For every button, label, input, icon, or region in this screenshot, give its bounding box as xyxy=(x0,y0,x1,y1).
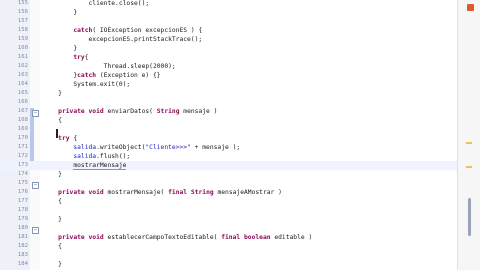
overview-ruler[interactable] xyxy=(457,0,480,270)
code-line[interactable]: 179 } xyxy=(0,215,480,224)
code-line[interactable]: 164 System.exit(0); xyxy=(0,80,480,89)
code-text[interactable]: catch( IOException excepcionES ) { xyxy=(43,26,202,35)
fold-toggle-icon[interactable]: − xyxy=(32,227,39,234)
line-number: 175 xyxy=(17,180,28,186)
code-line[interactable]: 169 xyxy=(0,125,480,134)
code-line[interactable]: 184 } xyxy=(0,260,480,269)
code-line[interactable]: 157 xyxy=(0,17,480,26)
line-number: 157 xyxy=(17,18,28,24)
line-number: 171 xyxy=(17,144,28,150)
line-number: 161 xyxy=(17,54,28,60)
code-text[interactable]: } xyxy=(43,170,62,179)
code-text[interactable]: salida.flush(); xyxy=(43,152,130,161)
line-number: 173 xyxy=(17,162,28,168)
line-number: 178 xyxy=(17,207,28,213)
code-line[interactable]: 174 } xyxy=(0,170,480,179)
line-number: 184 xyxy=(17,261,28,267)
warning-marker[interactable] xyxy=(466,166,472,168)
code-line[interactable]: 178 xyxy=(0,206,480,215)
code-text[interactable]: private void establecerCampoTextoEditabl… xyxy=(43,233,312,242)
warning-marker[interactable] xyxy=(466,142,472,144)
vertical-scrollbar-thumb[interactable] xyxy=(468,198,471,236)
line-number: 156 xyxy=(17,9,28,15)
line-number: 169 xyxy=(17,126,28,132)
code-line[interactable]: 176 private void mostrarMensaje( final S… xyxy=(0,188,480,197)
code-line[interactable]: 167 private void enviarDatos( String men… xyxy=(0,107,480,116)
line-number: 167 xyxy=(17,108,28,114)
code-text[interactable]: } xyxy=(43,260,62,269)
line-number: 177 xyxy=(17,198,28,204)
line-number: 155 xyxy=(17,0,28,6)
line-number: 176 xyxy=(17,189,28,195)
fold-toggle-icon[interactable]: − xyxy=(32,110,39,117)
line-number: 160 xyxy=(17,45,28,51)
code-line[interactable]: 166 xyxy=(0,98,480,107)
line-number: 162 xyxy=(17,63,28,69)
line-number: 179 xyxy=(17,216,28,222)
line-number: 158 xyxy=(17,27,28,33)
code-line[interactable]: 177 { xyxy=(0,197,480,206)
code-line[interactable]: 161 try{ xyxy=(0,53,480,62)
code-text[interactable]: try { xyxy=(43,134,77,143)
code-text[interactable]: private void mostrarMensaje( final Strin… xyxy=(43,188,282,197)
line-number: 174 xyxy=(17,171,28,177)
code-text[interactable]: System.exit(0); xyxy=(43,80,130,89)
code-line[interactable]: 165 } xyxy=(0,89,480,98)
code-line[interactable]: 182 { xyxy=(0,242,480,251)
code-text[interactable]: excepcionES.printStackTrace(); xyxy=(43,35,202,44)
code-text[interactable]: salida.writeObject("Cliente>>>" + mensaj… xyxy=(43,143,240,152)
line-number: 183 xyxy=(17,252,28,258)
code-line[interactable]: 180 xyxy=(0,224,480,233)
line-number: 163 xyxy=(17,72,28,78)
line-number: 172 xyxy=(17,153,28,159)
code-line[interactable]: 162 Thread.sleep(2000); xyxy=(0,62,480,71)
code-text[interactable]: private void enviarDatos( String mensaje… xyxy=(43,107,217,116)
code-line[interactable]: 158 catch( IOException excepcionES ) { xyxy=(0,26,480,35)
code-text[interactable]: { xyxy=(43,116,62,125)
text-cursor-icon xyxy=(56,129,58,138)
line-number: 180 xyxy=(17,225,28,231)
fold-toggle-icon[interactable]: − xyxy=(32,182,39,189)
code-line[interactable]: 171 salida.writeObject("Cliente>>>" + me… xyxy=(0,143,480,152)
line-number: 168 xyxy=(17,117,28,123)
code-text[interactable]: { xyxy=(43,197,62,206)
code-line[interactable]: 163 }catch (Exception e) {} xyxy=(0,71,480,80)
code-line[interactable]: 156 } xyxy=(0,8,480,17)
code-text[interactable]: try{ xyxy=(43,53,88,62)
code-text[interactable]: } xyxy=(43,89,62,98)
code-line[interactable]: 170 try { xyxy=(0,134,480,143)
code-text[interactable]: cliente.close(); xyxy=(43,0,149,8)
code-text[interactable]: } xyxy=(43,44,77,53)
error-summary-icon[interactable] xyxy=(467,4,474,11)
code-text[interactable]: } xyxy=(43,8,77,17)
code-line[interactable]: 175 xyxy=(0,179,480,188)
code-text[interactable]: mostrarMensaje xyxy=(43,161,127,170)
code-line[interactable]: 159 excepcionES.printStackTrace(); xyxy=(0,35,480,44)
code-line[interactable]: 160 } xyxy=(0,44,480,53)
code-text[interactable]: Thread.sleep(2000); xyxy=(43,62,176,71)
line-number: 159 xyxy=(17,36,28,42)
code-line[interactable]: 168 { xyxy=(0,116,480,125)
code-editor[interactable]: 155 cliente.close(); 156 } 157 158 catch( I… xyxy=(0,0,480,270)
line-number: 165 xyxy=(17,90,28,96)
code-text[interactable]: }catch (Exception e) {} xyxy=(43,71,160,80)
code-line[interactable]: 181 private void establecerCampoTextoEdi… xyxy=(0,233,480,242)
line-number: 164 xyxy=(17,81,28,87)
code-line[interactable]: 172 salida.flush(); xyxy=(0,152,480,161)
line-number: 170 xyxy=(17,135,28,141)
code-line[interactable]: 183 xyxy=(0,251,480,260)
code-line[interactable]: 155 cliente.close(); xyxy=(0,0,480,8)
code-text[interactable]: { xyxy=(43,242,62,251)
code-line[interactable]: 173 mostrarMensaje xyxy=(0,161,480,170)
code-text[interactable]: } xyxy=(43,215,62,224)
line-number: 166 xyxy=(17,99,28,105)
line-number: 181 xyxy=(17,234,28,240)
line-number: 182 xyxy=(17,243,28,249)
